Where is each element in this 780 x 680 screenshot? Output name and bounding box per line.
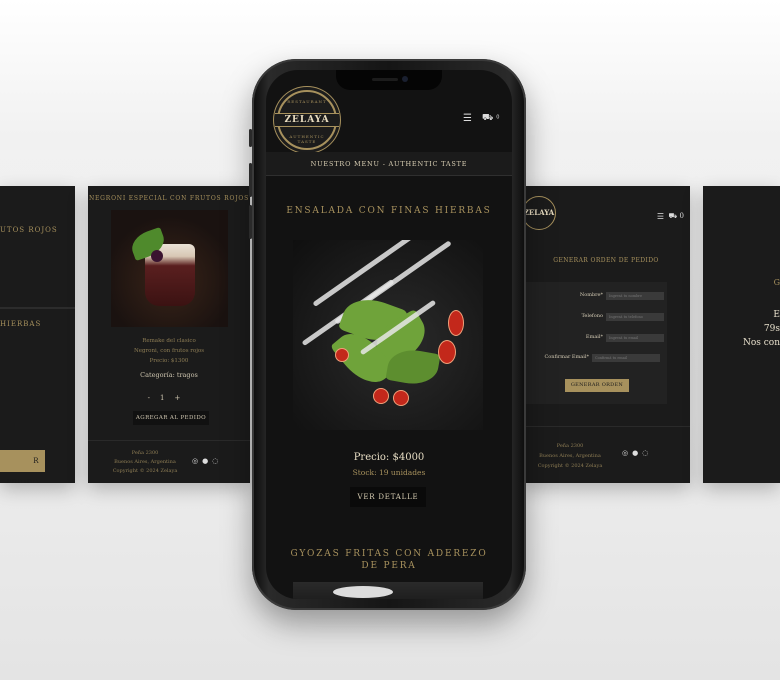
social-icons: ◎●◌ — [622, 449, 652, 457]
facebook-icon[interactable]: ● — [202, 457, 212, 465]
tomato-shape — [438, 340, 456, 364]
tomato-shape — [373, 388, 389, 404]
email-input[interactable] — [606, 334, 664, 342]
footer-line-2: Buenos Aires, Argentina — [539, 453, 601, 459]
text-fragment-line-1: E — [773, 310, 780, 320]
volume-up-button — [249, 163, 252, 197]
footer-line-1: Peña 2300 — [556, 443, 584, 449]
cart-count: 0 — [496, 114, 500, 121]
product-title-fragment-2: HIERBAS — [0, 320, 42, 328]
product-title: GYOZAS FRITAS CON ADEREZO DE PERA — [290, 549, 488, 571]
facebook-icon[interactable]: ● — [632, 449, 642, 457]
site-footer: Peña 2300 Buenos Aires, Argentina Copyri… — [522, 426, 690, 483]
product-price: Precio: $4000 — [353, 452, 425, 463]
form-row-name: Nombre* — [524, 292, 667, 302]
form-row-email: Email* — [524, 334, 667, 344]
product-description: Remake del clasico Negroni, con frutos r… — [88, 336, 250, 366]
camera — [402, 76, 408, 82]
cart-icon[interactable]: ⛟ 0 — [482, 113, 499, 124]
order-button[interactable]: R PEDIDO — [0, 450, 45, 483]
confirm-email-label: Confirmar Email* — [544, 354, 589, 360]
instagram-icon[interactable]: ◎ — [622, 449, 632, 457]
footer-address: Peña 2300 Buenos Aires, Argentina Copyri… — [110, 449, 180, 476]
heading-fragment: G — [773, 278, 780, 287]
text-fragment-line-3: Nos con — [742, 338, 780, 348]
plate-shape — [333, 586, 393, 598]
volume-down-button — [249, 205, 252, 239]
order-form-card: ZELAYA ☰ ⛟ 0 GENERAR ORDEN DE PEDIDO Nom… — [522, 186, 690, 483]
qty-plus-button[interactable]: + — [174, 394, 190, 402]
desc-line-2: Negroni, con frutos rojos — [133, 348, 205, 354]
social-icons: ◎●◌ — [192, 457, 222, 465]
zelaya-logo[interactable]: RESTAURANT ZELAYA AUTHENTIC TASTE — [275, 90, 339, 150]
section-band-title: NUESTRO MENU - AUTHENTIC TASTE — [310, 160, 468, 168]
phone-label: Telefono — [581, 313, 603, 319]
quantity-stepper: -1+ — [88, 394, 250, 402]
footer-line-2: Buenos Aires, Argentina — [114, 459, 176, 465]
add-to-order-button[interactable]: AGREGAR AL PEDIDO — [133, 411, 209, 425]
form-row-phone: Telefono — [524, 313, 667, 323]
far-right-card: G E 79s Nos con — [703, 186, 780, 483]
zelaya-logo[interactable]: ZELAYA — [522, 196, 556, 230]
notch — [336, 70, 442, 90]
product-title-fragment: UTOS ROJOS — [0, 226, 58, 234]
product-title: ENSALADA CON FINAS HIERBAS — [286, 206, 492, 216]
product-stock: Stock: 19 unidades — [352, 468, 426, 477]
logo-bottom-text: AUTHENTIC TASTE — [289, 134, 325, 144]
confirm-email-input[interactable] — [592, 354, 660, 362]
mute-switch — [249, 129, 252, 147]
name-input[interactable] — [606, 292, 664, 300]
whatsapp-icon[interactable]: ◌ — [642, 449, 652, 457]
dressing-stripe — [312, 240, 414, 307]
tomato-shape — [335, 348, 349, 362]
tomato-shape — [448, 310, 464, 336]
desc-line-1: Remake del clasico — [142, 338, 196, 344]
instagram-icon[interactable]: ◎ — [192, 457, 202, 465]
qty-minus-button[interactable]: - — [148, 394, 160, 402]
form-row-confirm-email: Confirmar Email* — [524, 354, 667, 364]
generate-order-button[interactable]: GENERAR ORDEN — [565, 379, 629, 392]
phone-input[interactable] — [606, 313, 664, 321]
cart-count: 0 — [679, 212, 684, 220]
email-label: Email* — [585, 334, 603, 340]
cocktail-photo — [111, 210, 228, 327]
tomato-shape — [393, 390, 409, 406]
view-detail-button[interactable]: VER DETALLE — [350, 487, 426, 507]
logo-name: ZELAYA — [275, 113, 339, 127]
footer-line-3: Copyright © 2024 Zelaya — [112, 468, 178, 474]
gyoza-photo[interactable] — [293, 582, 483, 599]
speaker — [372, 78, 398, 81]
desc-line-3: Precio: $1300 — [149, 358, 189, 364]
section-band: NUESTRO MENU - AUTHENTIC TASTE — [266, 152, 512, 176]
form-title: GENERAR ORDEN DE PEDIDO — [553, 257, 659, 264]
footer-address: Peña 2300 Buenos Aires, Argentina Copyri… — [522, 441, 618, 471]
name-label: Nombre* — [579, 292, 603, 298]
berry-shape — [151, 250, 163, 262]
logo-top-text: RESTAURANT — [287, 99, 327, 104]
whatsapp-icon[interactable]: ◌ — [212, 457, 222, 465]
product-title: NEGRONI ESPECIAL CON FRUTOS ROJOS — [88, 195, 250, 202]
text-fragment-line-2: 79s — [763, 324, 780, 334]
hamburger-menu-icon[interactable]: ☰ — [463, 113, 472, 124]
salad-photo[interactable] — [293, 240, 483, 430]
text-fragment: E 79s Nos con — [703, 308, 780, 350]
product-category: Categoría: tragos — [140, 371, 198, 379]
footer-line-1: Peña 2300 — [131, 450, 159, 456]
divider — [0, 307, 75, 309]
cart-icon[interactable]: ⛟ 0 — [669, 212, 685, 221]
phone-mockup: RESTAURANT ZELAYA AUTHENTIC TASTE ☰ ⛟ 0 … — [249, 59, 526, 610]
site-footer: Peña 2300 Buenos Aires, Argentina Copyri… — [88, 440, 250, 483]
far-left-card: UTOS ROJOS HIERBAS R PEDIDO — [0, 186, 75, 483]
phone-screen: RESTAURANT ZELAYA AUTHENTIC TASTE ☰ ⛟ 0 … — [266, 70, 512, 599]
qty-value: 1 — [160, 394, 175, 402]
hamburger-menu-icon[interactable]: ☰ — [657, 212, 664, 221]
product-detail-card: NEGRONI ESPECIAL CON FRUTOS ROJOS Remake… — [88, 186, 250, 483]
footer-line-3: Copyright © 2024 Zelaya — [537, 463, 603, 469]
